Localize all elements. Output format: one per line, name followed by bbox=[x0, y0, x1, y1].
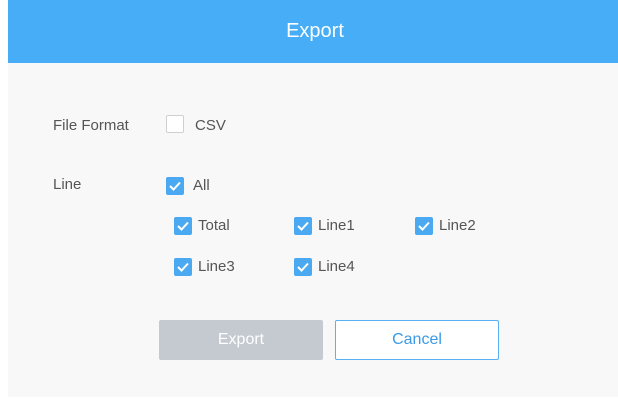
line2-label: Line2 bbox=[439, 217, 476, 234]
check-icon bbox=[418, 221, 430, 231]
cancel-button[interactable]: Cancel bbox=[335, 320, 499, 360]
check-icon bbox=[297, 262, 309, 272]
dialog-header: Export bbox=[8, 0, 618, 63]
export-dialog: Export File Format CSV Line All Total Li… bbox=[8, 0, 618, 397]
line4-checkbox[interactable] bbox=[294, 258, 312, 276]
line3-label: Line3 bbox=[198, 258, 235, 275]
line2-checkbox[interactable] bbox=[415, 217, 433, 235]
total-label: Total bbox=[198, 217, 230, 234]
check-icon bbox=[177, 221, 189, 231]
csv-checkbox[interactable] bbox=[166, 115, 184, 133]
line3-checkbox[interactable] bbox=[174, 258, 192, 276]
line4-label: Line4 bbox=[318, 258, 355, 275]
check-icon bbox=[169, 181, 181, 191]
total-checkbox[interactable] bbox=[174, 217, 192, 235]
csv-label: CSV bbox=[195, 117, 226, 134]
all-label: All bbox=[193, 177, 210, 194]
dialog-title: Export bbox=[286, 20, 344, 42]
check-icon bbox=[297, 221, 309, 231]
line1-checkbox[interactable] bbox=[294, 217, 312, 235]
line1-label: Line1 bbox=[318, 217, 355, 234]
export-button[interactable]: Export bbox=[159, 320, 323, 360]
line-label: Line bbox=[53, 176, 82, 193]
file-format-label: File Format bbox=[53, 117, 129, 134]
check-icon bbox=[177, 262, 189, 272]
all-checkbox[interactable] bbox=[166, 177, 184, 195]
